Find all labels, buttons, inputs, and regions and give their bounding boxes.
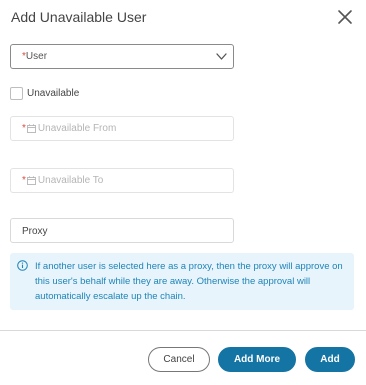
dialog-title: Add Unavailable User [11,9,147,25]
unavailable-to-placeholder: * Unavailable To [22,175,103,186]
cancel-button[interactable]: Cancel [148,347,210,372]
footer-divider [0,330,366,331]
add-unavailable-user-dialog: Add Unavailable User *User Unavailable *… [0,0,366,385]
unavailable-to-text: Unavailable To [37,175,104,186]
unavailable-from-text: Unavailable From [37,123,117,134]
user-select[interactable]: *User [10,44,234,69]
unavailable-checkbox[interactable] [10,86,23,100]
unavailable-checkbox-row[interactable]: Unavailable [10,86,79,100]
required-mark: * [22,175,26,186]
proxy-info-box: If another user is selected here as a pr… [10,253,354,310]
user-select-label: *User [22,51,47,62]
calendar-icon [26,176,36,185]
proxy-input[interactable]: Proxy [10,218,234,243]
required-mark: * [22,123,26,134]
close-icon [338,10,352,24]
unavailable-to-field[interactable]: * Unavailable To [10,168,234,193]
unavailable-checkbox-label: Unavailable [27,87,80,99]
unavailable-from-field[interactable]: * Unavailable From [10,116,234,141]
proxy-info-text: If another user is selected here as a pr… [35,261,343,302]
proxy-placeholder: Proxy [22,226,48,237]
unavailable-from-placeholder: * Unavailable From [22,123,116,134]
user-select-text: User [25,51,48,62]
add-more-button[interactable]: Add More [218,347,296,372]
info-icon [17,260,28,271]
calendar-icon [26,124,36,133]
add-button[interactable]: Add [305,347,355,372]
chevron-down-icon [216,53,227,60]
close-button[interactable] [336,8,354,26]
